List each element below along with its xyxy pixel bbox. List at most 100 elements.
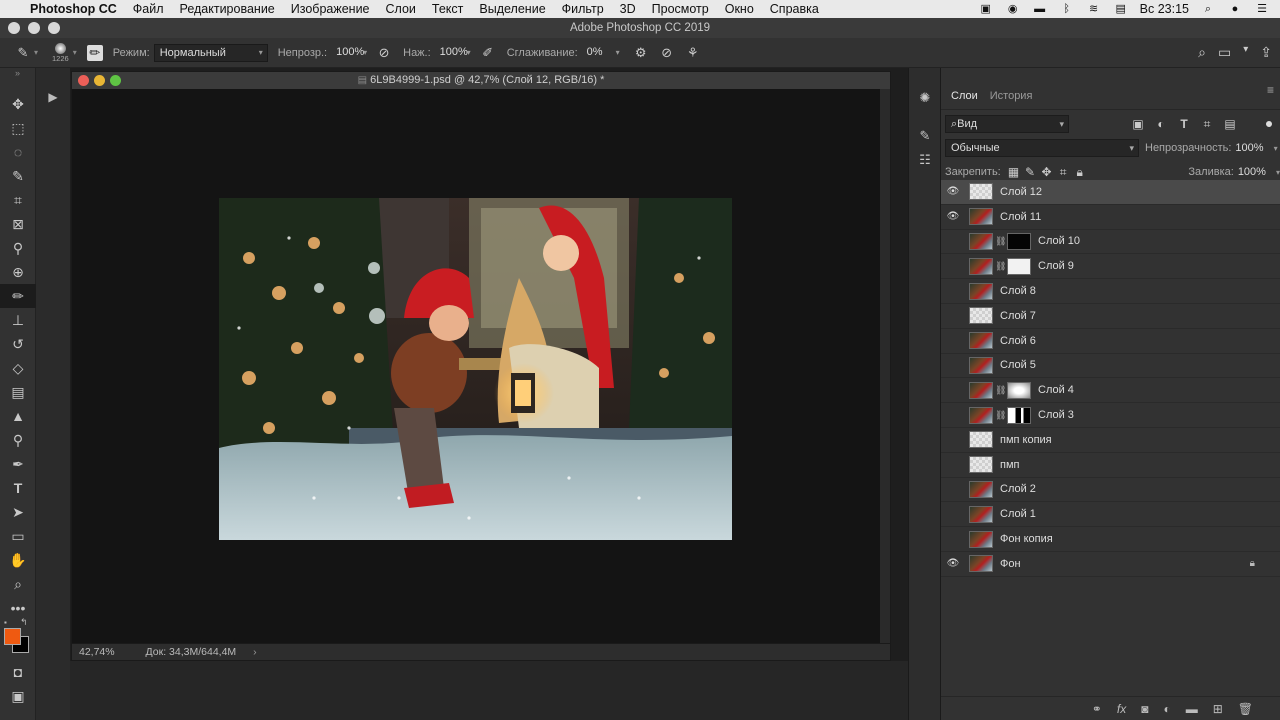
layer-thumbnail[interactable] [969, 257, 993, 275]
clock[interactable]: Вс 23:15 [1140, 2, 1189, 16]
dodge-tool-icon[interactable]: ⚲ [0, 428, 36, 452]
rectangle-tool-icon[interactable]: ▭ [0, 524, 36, 548]
fx-icon[interactable]: fx [1117, 702, 1126, 716]
visibility-eye-icon[interactable]: 👁︎ [942, 186, 964, 197]
filter-toggle-icon[interactable] [1266, 121, 1272, 127]
status-menu-arrow-icon[interactable]: › [253, 646, 257, 658]
layer-row[interactable]: Слой 8 [941, 279, 1280, 304]
menu-select[interactable]: Выделение [479, 2, 545, 16]
canvas-area[interactable] [72, 89, 890, 645]
hand-tool-icon[interactable]: ✋ [0, 548, 36, 572]
lock-move-icon[interactable]: ✥ [1040, 165, 1054, 179]
layer-row[interactable]: пмп [941, 453, 1280, 478]
link-layers-icon[interactable]: ⚭ [1092, 702, 1102, 716]
layer-mask-thumbnail[interactable] [1007, 381, 1031, 399]
mode-dropdown[interactable]: Нормальный ▾ [153, 43, 268, 62]
brush-tool-icon[interactable]: ✏ [0, 284, 36, 308]
menu-type[interactable]: Текст [432, 2, 463, 16]
play-icon[interactable]: ▶ [36, 90, 70, 104]
more-tools-icon[interactable]: ••• [0, 596, 36, 620]
layers-scrollbar[interactable] [1270, 180, 1278, 690]
opacity-field[interactable]: 100% [331, 44, 364, 62]
app-menu[interactable]: Photoshop CC [30, 2, 117, 16]
layer-thumbnail[interactable] [969, 480, 993, 498]
layer-thumbnail[interactable] [969, 555, 993, 573]
document-tab[interactable]: ▤ 6L9B4999-1.psd @ 42,7% (Слой 12, RGB/1… [72, 72, 890, 89]
chevron-down-icon[interactable]: ▾ [363, 48, 367, 57]
menu-layers[interactable]: Слои [386, 2, 416, 16]
layer-thumbnail[interactable] [969, 282, 993, 300]
layer-row[interactable]: 👁︎ Слой 12 [941, 180, 1280, 205]
message-icon[interactable]: ▬ [1032, 3, 1048, 15]
properties-icon[interactable]: ☷ [909, 148, 941, 172]
pressure-field[interactable]: 100% [435, 44, 468, 62]
layer-row[interactable]: ⛓ Слой 3 [941, 403, 1280, 428]
trash-icon[interactable]: 🗑︎ [1238, 702, 1253, 716]
layer-name[interactable]: Слой 4 [1038, 384, 1074, 396]
layer-row[interactable]: ⛓ Слой 10 [941, 230, 1280, 255]
minimize-window-button[interactable] [28, 22, 40, 34]
marquee-tool-icon[interactable]: ⬚ [0, 116, 36, 140]
layer-opacity-field[interactable]: 100% [1235, 142, 1263, 154]
eraser-tool-icon[interactable]: ◇ [0, 356, 36, 380]
airbrush-icon[interactable]: ✐ [479, 44, 497, 62]
layer-thumbnail[interactable] [969, 232, 993, 250]
layer-name[interactable]: Слой 7 [1000, 310, 1036, 322]
add-mask-icon[interactable]: ◙ [1141, 702, 1148, 716]
layer-row[interactable]: 👁︎ Фон 🔒︎ [941, 552, 1280, 577]
new-adjustment-layer-icon[interactable]: ◐ [1163, 702, 1170, 716]
layer-row[interactable]: пмп копия [941, 428, 1280, 453]
bluetooth-icon[interactable]: ᛒ [1059, 3, 1075, 15]
history-brush-tool-icon[interactable]: ↺ [0, 332, 36, 356]
layer-row[interactable]: Слой 5 [941, 354, 1280, 379]
layer-name[interactable]: Фон [1000, 558, 1021, 570]
layer-row[interactable]: ⛓ Слой 9 [941, 254, 1280, 280]
chevron-down-icon[interactable]: ▾ [1243, 44, 1248, 61]
foreground-color-swatch[interactable] [4, 628, 21, 645]
zoom-window-button[interactable] [48, 22, 60, 34]
minimize-document-button[interactable] [94, 75, 105, 86]
layer-mask-thumbnail[interactable] [1007, 406, 1031, 424]
pressure-size-icon[interactable]: ⊘ [658, 44, 676, 62]
crop-tool-icon[interactable]: ⌗ [0, 188, 36, 212]
filter-shape-icon[interactable]: ⌗ [1200, 117, 1214, 132]
swap-colors-icon[interactable]: ↰ [20, 617, 28, 628]
layer-name[interactable]: Слой 1 [1000, 508, 1036, 520]
brush-presets-icon[interactable]: ✎ [909, 124, 941, 148]
layer-name[interactable]: Слой 12 [1000, 186, 1042, 198]
eyedropper-tool-icon[interactable]: ⚲ [0, 236, 36, 260]
menu-help[interactable]: Справка [770, 2, 819, 16]
blur-tool-icon[interactable]: ▲ [0, 404, 36, 428]
lock-transparent-icon[interactable]: ▦ [1007, 165, 1021, 179]
layer-thumbnail[interactable] [969, 505, 993, 523]
menu-window[interactable]: Окно [725, 2, 754, 16]
layer-row[interactable]: ⛓ Слой 4 [941, 378, 1280, 404]
panel-menu-icon[interactable]: ≡ [1267, 83, 1274, 97]
layer-thumbnail[interactable] [969, 183, 993, 201]
menu-filter[interactable]: Фильтр [562, 2, 604, 16]
chevron-down-icon[interactable]: ▾ [467, 48, 471, 57]
layer-name[interactable]: Слой 10 [1038, 235, 1080, 247]
layer-name[interactable]: Слой 5 [1000, 359, 1036, 371]
gear-icon[interactable]: ⚙ [632, 44, 650, 62]
tab-layers[interactable]: Слои [945, 85, 984, 107]
layer-thumbnail[interactable] [969, 356, 993, 374]
layer-thumbnail[interactable] [969, 307, 993, 325]
brush-settings-icon[interactable]: ✏ [86, 44, 103, 61]
pressure-opacity-icon[interactable]: ⊘ [375, 44, 393, 62]
visibility-eye-icon[interactable]: 👁︎ [942, 211, 964, 222]
chevron-down-icon[interactable]: ▾ [616, 48, 620, 57]
layer-row[interactable]: Фон копия [941, 527, 1280, 552]
layer-name[interactable]: Слой 11 [1000, 211, 1041, 223]
layer-name[interactable]: пмп копия [1000, 434, 1052, 446]
input-source-flag-icon[interactable]: ▤ [1113, 3, 1129, 15]
adjustments-icon[interactable]: ✺ [909, 86, 941, 110]
siri-icon[interactable]: ● [1227, 3, 1243, 15]
filter-smart-object-icon[interactable]: ▤ [1223, 117, 1237, 131]
pen-tool-icon[interactable]: ✒ [0, 452, 36, 476]
layer-mask-thumbnail[interactable] [1007, 257, 1031, 275]
chevron-down-icon[interactable]: ▾ [34, 48, 38, 57]
clone-stamp-tool-icon[interactable]: ⊥ [0, 308, 36, 332]
layer-name[interactable]: Фон копия [1000, 533, 1053, 545]
zoom-level[interactable]: 42,74% [79, 646, 115, 658]
